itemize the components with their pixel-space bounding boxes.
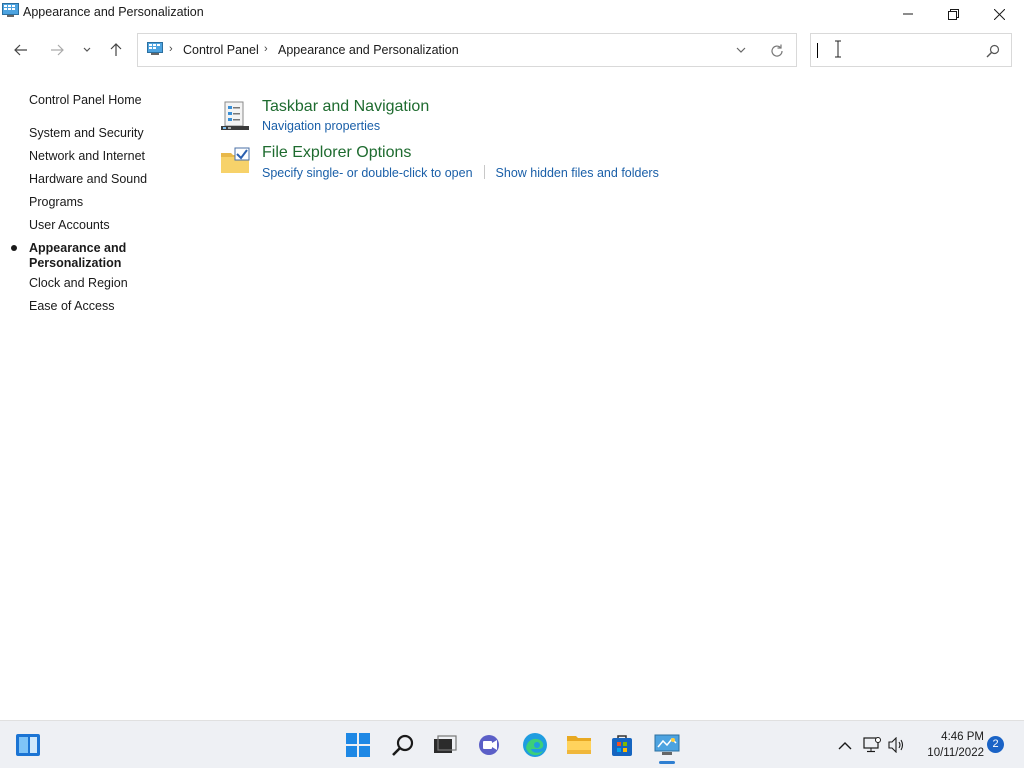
category-title-file-explorer[interactable]: File Explorer Options <box>262 144 411 162</box>
store-button[interactable] <box>608 731 636 759</box>
volume-button[interactable] <box>887 735 907 755</box>
search-icon <box>392 734 414 756</box>
category-links: Specify single- or double-click to open S… <box>262 165 659 180</box>
control-panel-home-link[interactable]: Control Panel Home <box>29 93 142 107</box>
recent-locations-button[interactable] <box>75 38 99 62</box>
active-app-indicator <box>659 761 675 764</box>
navigation-properties-link[interactable]: Navigation properties <box>262 119 380 133</box>
control-panel-icon <box>654 734 680 755</box>
ibeam-cursor-icon <box>835 40 841 58</box>
network-icon <box>863 737 881 753</box>
start-button[interactable] <box>344 731 372 759</box>
restore-button[interactable] <box>930 0 976 28</box>
breadcrumb-appearance[interactable]: Appearance and Personalization <box>278 43 459 57</box>
file-explorer-button[interactable] <box>565 731 593 759</box>
edge-icon <box>523 733 547 757</box>
up-button[interactable] <box>104 38 128 62</box>
sidebar-item-appearance-line1[interactable]: Appearance and <box>29 241 126 256</box>
category-title-taskbar[interactable]: Taskbar and Navigation <box>262 98 429 116</box>
chat-button[interactable] <box>476 731 504 759</box>
notification-badge[interactable]: 2 <box>987 736 1004 753</box>
widgets-icon <box>16 734 40 756</box>
store-icon <box>612 735 632 756</box>
window-title: Appearance and Personalization <box>23 5 204 19</box>
clock-time: 4:46 PM <box>941 731 984 743</box>
arrow-right-icon <box>51 44 64 56</box>
title-bar: Appearance and Personalization <box>0 0 1024 32</box>
navigation-bar: › Control Panel › Appearance and Persona… <box>0 32 1024 68</box>
sidebar-item-network-internet[interactable]: Network and Internet <box>29 149 145 164</box>
sidebar-item-hardware-sound[interactable]: Hardware and Sound <box>29 172 147 187</box>
minimize-button[interactable] <box>885 0 931 28</box>
task-view-icon <box>434 735 457 753</box>
system-clock[interactable]: 4:46 PM 10/11/2022 <box>912 729 984 761</box>
sidebar-item-system-security[interactable]: System and Security <box>29 126 144 141</box>
file-explorer-icon <box>567 736 591 754</box>
folder-options-icon <box>221 147 250 173</box>
restore-icon <box>947 8 959 20</box>
address-history-chevron-icon[interactable] <box>734 43 748 57</box>
hidden-files-link[interactable]: Show hidden files and folders <box>496 166 659 180</box>
close-button[interactable] <box>976 0 1022 28</box>
arrow-up-icon <box>110 43 122 56</box>
widgets-button[interactable] <box>14 731 42 759</box>
address-bar[interactable]: › Control Panel › Appearance and Persona… <box>137 33 797 67</box>
active-bullet-icon <box>11 245 17 251</box>
chat-icon <box>479 735 499 755</box>
text-caret <box>817 43 818 58</box>
control-panel-icon <box>147 42 163 55</box>
arrow-left-icon <box>14 44 27 56</box>
refresh-icon[interactable] <box>769 43 785 59</box>
search-icon[interactable] <box>985 43 1001 59</box>
control-panel-taskbar-button[interactable] <box>653 731 681 759</box>
close-icon <box>993 8 1005 20</box>
category-links: Navigation properties <box>262 119 380 133</box>
clock-date: 10/11/2022 <box>927 747 984 759</box>
search-input[interactable] <box>819 41 979 61</box>
breadcrumb-separator-icon: › <box>169 43 173 55</box>
sidebar-item-programs[interactable]: Programs <box>29 195 83 210</box>
chevron-down-icon <box>83 47 91 52</box>
start-icon <box>346 733 370 757</box>
sidebar-item-user-accounts[interactable]: User Accounts <box>29 218 110 233</box>
breadcrumb-separator-icon: › <box>264 43 268 55</box>
breadcrumb-control-panel[interactable]: Control Panel <box>183 43 259 57</box>
minimize-icon <box>903 13 913 15</box>
speaker-icon <box>888 737 904 753</box>
link-separator <box>483 165 485 179</box>
click-options-link[interactable]: Specify single- or double-click to open <box>262 166 473 180</box>
taskbar-icon <box>221 101 249 130</box>
taskbar-search-button[interactable] <box>389 731 417 759</box>
control-panel-app-icon <box>2 3 19 17</box>
taskbar: 4:46 PM 10/11/2022 2 <box>0 720 1024 768</box>
sidebar-item-clock-region[interactable]: Clock and Region <box>29 276 128 291</box>
show-hidden-icons-button[interactable] <box>835 735 855 755</box>
forward-button[interactable] <box>45 38 69 62</box>
sidebar-item-ease-of-access[interactable]: Ease of Access <box>29 299 114 314</box>
chevron-up-icon <box>838 741 852 749</box>
edge-button[interactable] <box>521 731 549 759</box>
back-button[interactable] <box>9 38 33 62</box>
network-button[interactable] <box>862 735 882 755</box>
task-view-button[interactable] <box>431 731 459 759</box>
sidebar-item-appearance-line2[interactable]: Personalization <box>29 256 121 271</box>
